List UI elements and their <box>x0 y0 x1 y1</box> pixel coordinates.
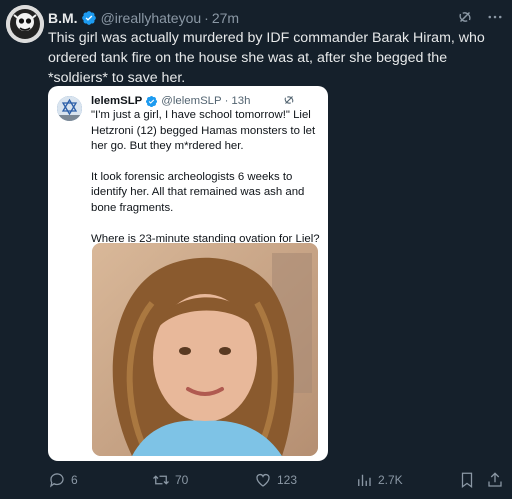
share-icon <box>486 471 504 489</box>
quoted-text: "I'm just a girl, I have school tomorrow… <box>91 108 323 262</box>
verified-badge-icon <box>145 95 158 108</box>
grok-icon[interactable] <box>456 8 474 26</box>
quoted-author-name[interactable]: lelemSLP <box>91 95 142 107</box>
tweet-text: This girl was actually murdered by IDF c… <box>48 30 485 86</box>
like-icon <box>254 471 272 489</box>
share-button[interactable] <box>486 470 504 490</box>
repost-icon <box>152 471 170 489</box>
quoted-author-handle[interactable]: @lelemSLP <box>161 95 221 107</box>
quoted-header: lelemSLP @lelemSLP · 13h <box>91 93 320 109</box>
quoted-paragraph: It look forensic archeologists 6 weeks t… <box>91 170 305 214</box>
quoted-tweet[interactable]: lelemSLP @lelemSLP · 13h "I'm just a gir… <box>48 86 328 461</box>
like-button[interactable]: 123 <box>254 470 297 490</box>
views-button[interactable]: 2.7K <box>355 470 403 490</box>
author-name[interactable]: B.M. <box>48 10 78 26</box>
reply-count: 6 <box>71 473 78 487</box>
author-handle[interactable]: @ireallyhateyou <box>101 10 202 26</box>
like-count: 123 <box>277 473 298 487</box>
avatar[interactable] <box>6 5 44 43</box>
action-bar: 6 70 123 2.7K <box>48 470 504 490</box>
tweet[interactable]: B.M. @ireallyhateyou · 27m This girl was… <box>0 0 512 499</box>
reply-button[interactable]: 6 <box>48 470 78 490</box>
quoted-timestamp[interactable]: 13h <box>231 95 250 107</box>
verified-badge-icon <box>81 10 97 26</box>
quoted-photo[interactable] <box>92 243 318 456</box>
repost-button[interactable]: 70 <box>152 470 188 490</box>
tweet-header: B.M. @ireallyhateyou · 27m <box>48 8 504 28</box>
views-icon <box>355 471 373 489</box>
repost-count: 70 <box>175 473 189 487</box>
quoted-paragraph: "I'm just a girl, I have school tomorrow… <box>91 109 316 153</box>
reply-icon <box>48 471 66 489</box>
grok-icon[interactable] <box>282 93 296 107</box>
bookmark-button[interactable] <box>458 470 476 490</box>
separator-dot: · <box>224 95 229 107</box>
views-count: 2.7K <box>378 473 403 487</box>
timestamp[interactable]: 27m <box>212 10 239 26</box>
separator-dot: · <box>204 10 209 26</box>
bookmark-icon <box>458 471 476 489</box>
quoted-avatar[interactable] <box>57 96 82 121</box>
more-icon[interactable] <box>486 8 504 26</box>
